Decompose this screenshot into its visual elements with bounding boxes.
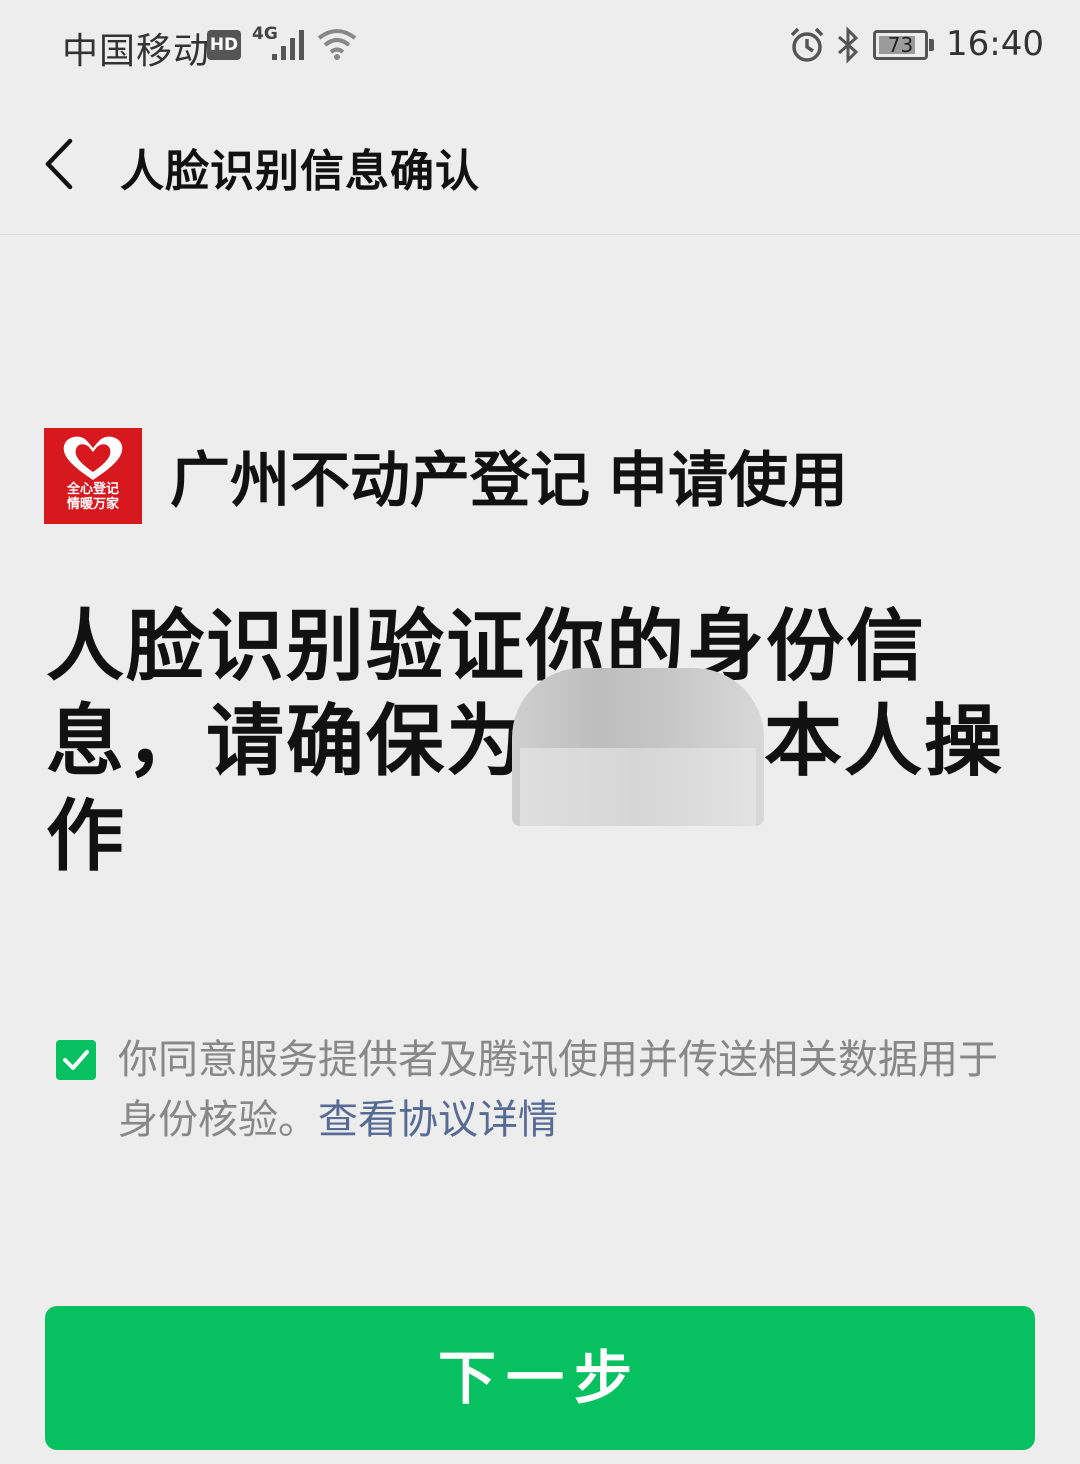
logo-text-1: 全心登记	[66, 482, 119, 497]
wifi-icon	[317, 29, 357, 60]
signal-icon	[272, 30, 304, 60]
back-button[interactable]	[36, 129, 86, 199]
clock: 16:40	[946, 24, 1044, 64]
logo-text-2: 情暖万家	[66, 497, 119, 512]
app-request-line: 广州不动产登记 申请使用	[170, 446, 848, 516]
agreement-statement: 你同意服务提供者及腾讯使用并传送相关数据用于身份核验。	[118, 1037, 998, 1143]
agreement-text: 你同意服务提供者及腾讯使用并传送相关数据用于身份核验。查看协议详情	[118, 1030, 1018, 1150]
page-title: 人脸识别信息确认	[120, 146, 480, 197]
face-verification-screen: 中国移动 HD 4G 73 16:40 人脸识别信息确认 全心登记 情暖万家 广…	[0, 0, 1080, 1464]
heart-hands-icon	[63, 436, 123, 480]
navigation-bar: 人脸识别信息确认	[0, 95, 1080, 235]
carrier-name: 中国移动	[62, 31, 211, 72]
request-label: 申请使用	[608, 446, 848, 516]
battery-icon: 73	[873, 30, 935, 60]
hd-badge: HD	[207, 30, 241, 60]
next-button[interactable]: 下一步	[45, 1306, 1035, 1450]
battery-level: 73	[887, 33, 914, 57]
heading-line-2-start: 息，请确保为	[46, 697, 527, 787]
redacted-name-mask-lower	[520, 748, 756, 826]
heading-line-2-end: 本人操	[764, 697, 1005, 787]
agreement-link[interactable]: 查看协议详情	[318, 1097, 558, 1143]
bluetooth-icon	[838, 26, 859, 64]
alarm-icon	[790, 27, 824, 62]
agreement-checkbox[interactable]	[56, 1040, 96, 1080]
status-bar: 中国移动 HD 4G 73 16:40	[0, 0, 1080, 95]
app-logo: 全心登记 情暖万家	[44, 428, 142, 524]
app-name: 广州不动产登记	[170, 446, 590, 516]
